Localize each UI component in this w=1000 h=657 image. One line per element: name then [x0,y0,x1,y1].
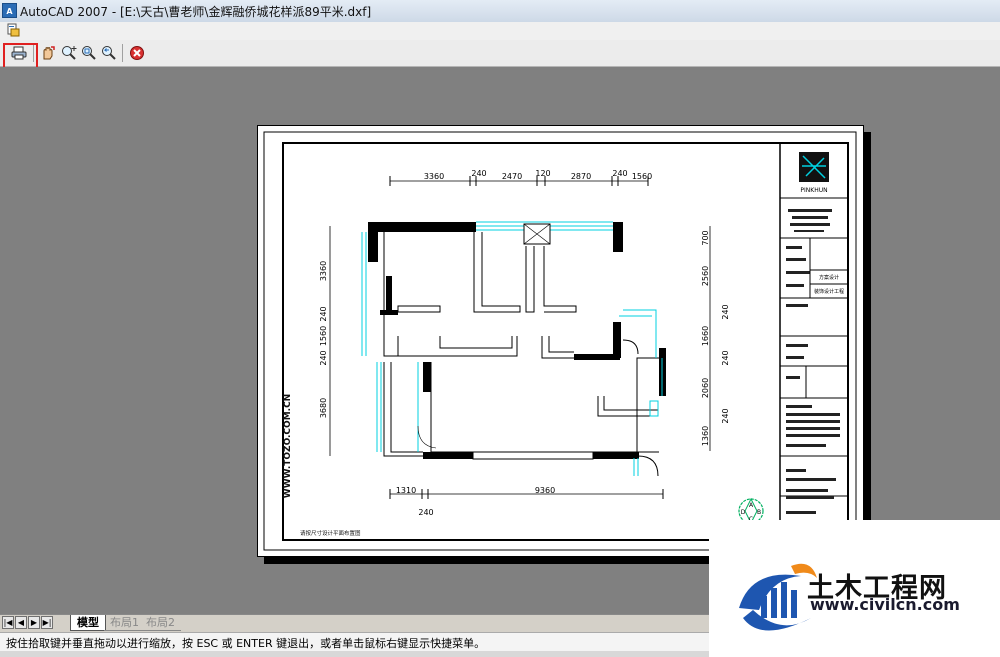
watermark-overlay: 土木工程网 www.civilcn.com [709,520,1000,657]
zoom-previous-icon[interactable] [100,44,118,62]
dimension-label: 1360 [701,426,710,446]
tab-layout2[interactable]: 布局2 [140,615,181,631]
zoom-realtime-icon[interactable] [60,44,78,62]
dimension-label: 1310 [396,486,416,495]
dimension-label: 1560 [632,172,652,181]
dimension-label: 2560 [701,266,710,286]
last-tab-icon[interactable]: ▶| [41,616,53,629]
titleblock-label: 方案设计 [819,274,839,281]
autocad-logo-icon: A [2,3,17,18]
drawing-note: 请按尺寸设计平面布置图 [300,529,361,537]
tab-model[interactable]: 模型 [70,615,106,631]
title-bar: A AutoCAD 2007 - [E:\天古\曹老师\金辉融侨城花样派89平米… [0,0,1000,23]
compass-label: B [757,509,761,516]
dimension-label: 1660 [701,326,710,346]
dimension-label: 2870 [571,172,591,181]
paper-sheet[interactable]: PINKHUN 方案设计 装饰设计工程 3360 240 2470 120 28… [257,125,864,557]
dimension-label: 240 [319,350,328,365]
dimension-label: 240 [612,169,627,178]
next-tab-icon[interactable]: ▶ [28,616,40,629]
window-title: AutoCAD 2007 - [E:\天古\曹老师\金辉融侨城花样派89平米.d… [20,5,372,19]
dimension-label: 3680 [319,398,328,418]
dimension-label: 2060 [701,378,710,398]
status-text: 按住拾取键并垂直拖动以进行缩放，按 ESC 或 ENTER 键退出，或者单击鼠标… [6,637,486,650]
dimension-label: 240 [721,408,730,423]
close-icon[interactable] [128,44,146,62]
watermark-url: www.civilcn.com [810,595,960,614]
dimension-label: 240 [471,169,486,178]
compass-label: D [741,509,746,516]
dimension-label: 3360 [319,261,328,281]
dimension-label: 700 [701,230,710,245]
titleblock-label: 装饰设计工程 [814,288,844,295]
zoom-window-icon[interactable] [80,44,98,62]
dimension-label: 3360 [424,172,444,181]
dimension-label: 1560 [319,326,328,346]
first-tab-icon[interactable]: |◀ [2,616,14,629]
floor-plan-drawing: PINKHUN 方案设计 装饰设计工程 3360 240 2470 120 28… [263,131,857,551]
menu-bar [0,22,1000,40]
dimension-label: 240 [721,350,730,365]
dimension-label: 120 [535,169,550,178]
prev-tab-icon[interactable]: ◀ [15,616,27,629]
dimension-label: 9360 [535,486,555,495]
document-menu-icon[interactable] [6,23,20,37]
titleblock-logo: PINKHUN [800,187,827,194]
toolbar-separator [122,44,123,62]
zoom-toolbar [0,40,1000,67]
dimension-label: 240 [721,304,730,319]
tab-layout1[interactable]: 布局1 [104,615,145,631]
pan-icon[interactable] [39,44,57,62]
dimension-label: 2470 [502,172,522,181]
website-side-text: WWW.TOZO.COM.CN [283,394,293,498]
dimension-label: 240 [418,508,433,517]
dimension-label: 240 [319,306,328,321]
